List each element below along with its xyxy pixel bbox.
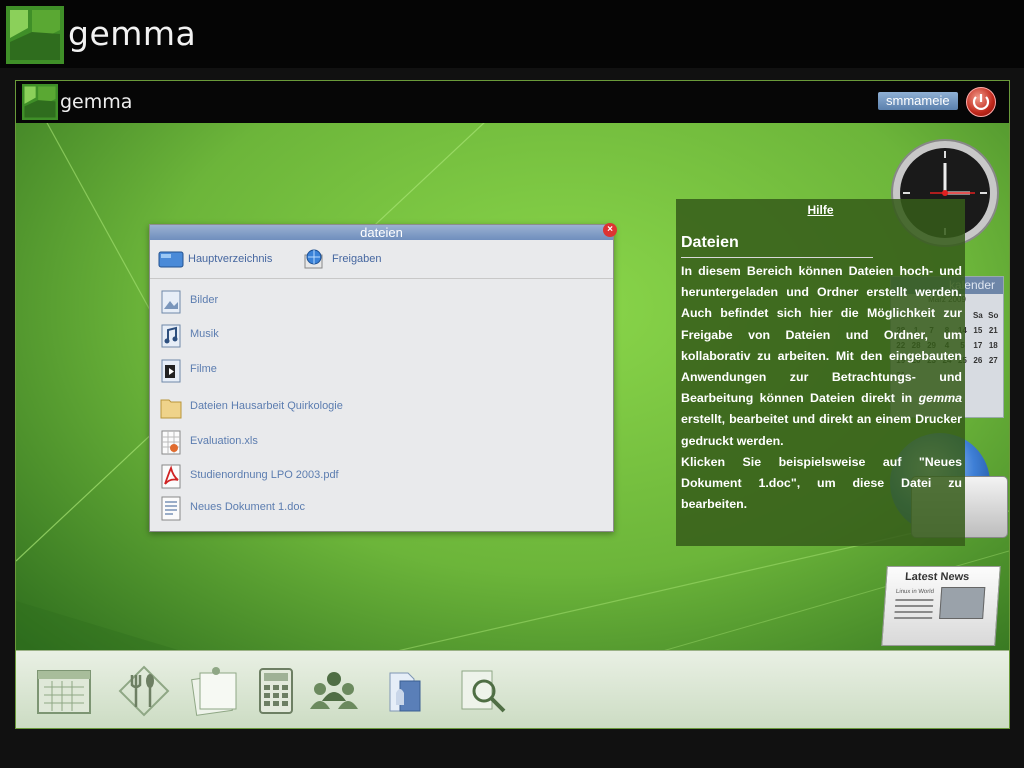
search-app-icon[interactable] <box>456 663 512 719</box>
pictures-folder-icon <box>161 290 181 314</box>
help-body: In diesem Bereich können Dateien hoch- u… <box>681 261 962 515</box>
list-item[interactable]: Studienordnung LPO 2003.pdf <box>158 462 598 490</box>
close-icon[interactable]: × <box>603 223 617 237</box>
shared-globe-icon <box>304 249 323 269</box>
calendar-cell[interactable]: 27 <box>986 353 1001 368</box>
user-name-badge[interactable]: smmameie <box>878 92 958 110</box>
list-item[interactable]: Dateien Hausarbeit Quirkologie <box>158 393 598 421</box>
gemma-logo-small-icon <box>22 84 58 120</box>
calendar-cell[interactable]: 21 <box>986 323 1001 338</box>
list-item[interactable]: Evaluation.xls <box>158 428 598 456</box>
cutlery-app-icon[interactable] <box>116 663 172 719</box>
folder-icon <box>160 399 182 419</box>
power-logout-icon[interactable] <box>966 87 996 117</box>
news-line <box>894 605 934 607</box>
help-emphasis: gemma <box>918 391 962 406</box>
news-title: Latest News <box>904 571 970 583</box>
calendar-cell[interactable]: 15 <box>970 323 985 338</box>
list-item-label: Evaluation.xls <box>190 435 258 447</box>
toolbar-label: Freigaben <box>332 253 382 265</box>
news-widget[interactable]: Latest News Linux in World <box>881 566 1001 646</box>
desktop: gemma smmameie kalender März 2009 SaSo28… <box>15 80 1010 729</box>
spreadsheet-file-icon <box>161 430 181 455</box>
help-title[interactable]: Hilfe <box>676 203 965 217</box>
pdf-file-icon <box>161 464 181 489</box>
files-toolbar: Hauptverzeichnis Freigaben <box>150 241 613 279</box>
list-item[interactable]: Filme <box>158 356 598 384</box>
movies-folder-icon <box>161 359 181 383</box>
files-window-title: dateien <box>150 225 613 240</box>
list-item-label: Musik <box>190 328 219 340</box>
calendar-cell[interactable]: Sa <box>970 308 985 323</box>
calculator-app-icon[interactable] <box>248 663 304 719</box>
power-symbol <box>972 94 990 110</box>
news-subtitle: Linux in World <box>895 589 935 595</box>
list-item-label: Filme <box>190 363 217 375</box>
list-item-label: Neues Dokument 1.doc <box>190 501 305 513</box>
files-window[interactable]: dateien × Hauptverzeichnis Freigaben Bil… <box>149 223 617 532</box>
app-dock <box>16 650 1009 728</box>
help-divider <box>681 257 873 258</box>
list-item[interactable]: Bilder <box>158 287 598 315</box>
outer-header: gemma <box>0 0 1024 68</box>
calendar-cell[interactable]: 17 <box>970 338 985 353</box>
list-item-label: Bilder <box>190 294 219 306</box>
folder-root-icon <box>158 251 184 268</box>
help-paragraph-part: erstellt, bearbeitet und direkt an einem… <box>681 412 962 448</box>
news-line <box>894 617 933 619</box>
notes-app-icon[interactable] <box>186 663 242 719</box>
calendar-cell[interactable]: So <box>986 308 1001 323</box>
news-line <box>894 611 933 613</box>
files-app-icon[interactable] <box>378 663 434 719</box>
inner-header: gemma smmameie <box>16 81 1009 123</box>
calendar-cell[interactable]: 26 <box>970 353 985 368</box>
brand-name: gemma <box>68 14 197 53</box>
list-item[interactable]: Neues Dokument 1.doc <box>158 494 598 522</box>
help-paragraph-part: In diesem Bereich können Dateien hoch- u… <box>681 264 962 406</box>
toolbar-label: Hauptverzeichnis <box>188 253 273 265</box>
news-line <box>895 599 934 601</box>
news-image <box>939 587 986 619</box>
document-file-icon <box>161 496 181 521</box>
list-item-label: Studienordnung LPO 2003.pdf <box>190 469 339 481</box>
gemma-logo-icon <box>6 6 64 64</box>
calendar-app-icon[interactable] <box>36 663 92 719</box>
list-item[interactable]: Musik <box>158 321 598 349</box>
help-panel: Hilfe Dateien In diesem Bereich können D… <box>676 199 965 546</box>
people-app-icon[interactable] <box>306 663 362 719</box>
help-heading: Dateien <box>681 234 739 251</box>
music-folder-icon <box>161 324 181 348</box>
help-paragraph: Klicken Sie beispielsweise auf "Neues Do… <box>681 454 962 512</box>
brand-name-small: gemma <box>60 91 133 113</box>
list-item-label: Dateien Hausarbeit Quirkologie <box>190 400 343 412</box>
calendar-cell[interactable]: 18 <box>986 338 1001 353</box>
